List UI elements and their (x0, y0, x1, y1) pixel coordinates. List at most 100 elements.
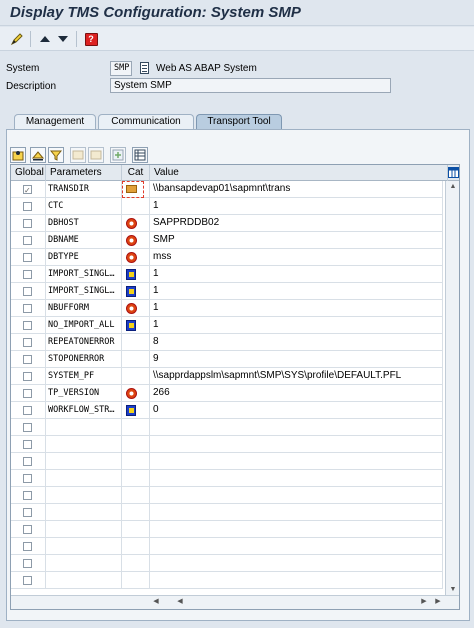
value-cell[interactable]: SAPPRDDB02 (150, 215, 443, 232)
table-row[interactable]: DBNAME SMP (11, 232, 443, 249)
global-checkbox[interactable] (23, 389, 32, 398)
global-checkbox[interactable] (23, 236, 32, 245)
value-cell[interactable]: mss (150, 249, 443, 266)
table-row[interactable]: REPEATONERROR 8 (11, 334, 443, 351)
table-row[interactable]: WORKFLOW_STR… 0 (11, 402, 443, 419)
table-row[interactable] (11, 555, 443, 572)
table-row[interactable] (11, 419, 443, 436)
table-row[interactable] (11, 487, 443, 504)
column-header-parameters[interactable]: Parameters (46, 165, 122, 181)
description-field[interactable]: System SMP (110, 78, 391, 93)
table-row[interactable] (11, 504, 443, 521)
global-checkbox[interactable] (23, 491, 32, 500)
global-checkbox[interactable] (23, 338, 32, 347)
scroll-right-end-icon[interactable]: ▶ (432, 596, 444, 608)
value-cell[interactable]: \\sapprdappslm\sapmnt\SMP\SYS\profile\DE… (150, 368, 443, 385)
column-header-cat[interactable]: Cat (122, 165, 150, 181)
value-cell[interactable]: 1 (150, 300, 443, 317)
scroll-right-icon[interactable]: ▶ (418, 596, 430, 608)
table-row[interactable]: NBUFFORM 1 (11, 300, 443, 317)
table-row[interactable] (11, 538, 443, 555)
global-checkbox[interactable] (23, 474, 32, 483)
global-checkbox[interactable] (23, 372, 32, 381)
global-checkbox[interactable] (23, 423, 32, 432)
value-cell[interactable]: 1 (150, 266, 443, 283)
global-checkbox[interactable] (23, 253, 32, 262)
scroll-left-icon[interactable]: ◀ (150, 596, 162, 608)
value-cell[interactable] (150, 436, 443, 453)
arrow-up-icon[interactable] (36, 30, 54, 48)
help-icon[interactable]: ? (82, 30, 100, 48)
value-cell[interactable] (150, 419, 443, 436)
scroll-up-icon[interactable]: ▲ (447, 181, 459, 193)
table-row[interactable]: NO_IMPORT_ALL 1 (11, 317, 443, 334)
global-checkbox[interactable] (23, 202, 32, 211)
column-header-value[interactable]: Value (150, 165, 448, 181)
column-header-global[interactable]: Global (11, 165, 46, 181)
value-cell[interactable]: 266 (150, 385, 443, 402)
global-checkbox[interactable] (23, 287, 32, 296)
value-cell[interactable] (150, 538, 443, 555)
value-cell[interactable]: \\bansapdevap01\sapmnt\trans (150, 181, 443, 198)
filter-icon[interactable] (48, 147, 64, 163)
vertical-scrollbar[interactable]: ▲ ▼ (445, 181, 459, 596)
global-checkbox[interactable] (23, 559, 32, 568)
system-field[interactable]: SMP (110, 61, 132, 76)
tab-management[interactable]: Management (14, 114, 96, 130)
table-row[interactable] (11, 521, 443, 538)
value-cell[interactable] (150, 504, 443, 521)
table-row[interactable] (11, 453, 443, 470)
table-row[interactable]: CTC 1 (11, 198, 443, 215)
global-checkbox[interactable] (23, 576, 32, 585)
value-cell[interactable]: 9 (150, 351, 443, 368)
global-checkbox[interactable] (23, 457, 32, 466)
table-row[interactable]: DBHOST SAPPRDDB02 (11, 215, 443, 232)
value-cell[interactable] (150, 555, 443, 572)
table-row[interactable]: TRANSDIR \\bansapdevap01\sapmnt\trans (11, 181, 443, 199)
value-cell[interactable] (150, 521, 443, 538)
table-row[interactable]: TP_VERSION 266 (11, 385, 443, 402)
value-cell[interactable] (150, 487, 443, 504)
table-row[interactable] (11, 572, 443, 589)
table-row[interactable]: DBTYPE mss (11, 249, 443, 266)
global-checkbox[interactable] (23, 219, 32, 228)
export-icon[interactable] (110, 147, 126, 163)
table-row[interactable]: IMPORT_SINGL… 1 (11, 283, 443, 300)
sort-ascending-icon[interactable] (30, 147, 46, 163)
column-settings-icon[interactable] (447, 165, 459, 181)
value-cell[interactable]: 1 (150, 317, 443, 334)
tab-communication[interactable]: Communication (98, 114, 194, 130)
table-row[interactable]: SYSTEM_PF \\sapprdappslm\sapmnt\SMP\SYS\p… (11, 368, 443, 385)
edit-icon[interactable] (8, 30, 26, 48)
global-checkbox[interactable] (23, 183, 32, 199)
details-icon[interactable] (10, 147, 26, 163)
value-cell[interactable]: SMP (150, 232, 443, 249)
global-checkbox[interactable] (23, 440, 32, 449)
insert-row-icon[interactable] (70, 147, 86, 163)
global-checkbox[interactable] (23, 542, 32, 551)
global-checkbox[interactable] (23, 406, 32, 415)
value-cell[interactable]: 0 (150, 402, 443, 419)
scroll-left-end-icon[interactable]: ◀ (174, 596, 186, 608)
value-cell[interactable]: 8 (150, 334, 443, 351)
arrow-down-icon[interactable] (54, 30, 72, 48)
value-cell[interactable] (150, 572, 443, 589)
value-cell[interactable]: 1 (150, 198, 443, 215)
value-cell[interactable] (150, 453, 443, 470)
global-checkbox[interactable] (23, 525, 32, 534)
value-cell[interactable]: 1 (150, 283, 443, 300)
global-checkbox[interactable] (23, 270, 32, 279)
table-row[interactable]: IMPORT_SINGL… 1 (11, 266, 443, 283)
table-row[interactable]: STOPONERROR 9 (11, 351, 443, 368)
global-checkbox[interactable] (23, 304, 32, 313)
value-cell[interactable] (150, 470, 443, 487)
layout-icon[interactable] (132, 147, 148, 163)
table-row[interactable] (11, 470, 443, 487)
global-checkbox[interactable] (23, 321, 32, 330)
delete-row-icon[interactable] (88, 147, 104, 163)
global-checkbox[interactable] (23, 355, 32, 364)
table-row[interactable] (11, 436, 443, 453)
global-checkbox[interactable] (23, 508, 32, 517)
horizontal-scrollbar[interactable]: ◀ ◀ ▶ ▶ (11, 595, 459, 609)
tab-transport-tool[interactable]: Transport Tool (196, 114, 282, 130)
